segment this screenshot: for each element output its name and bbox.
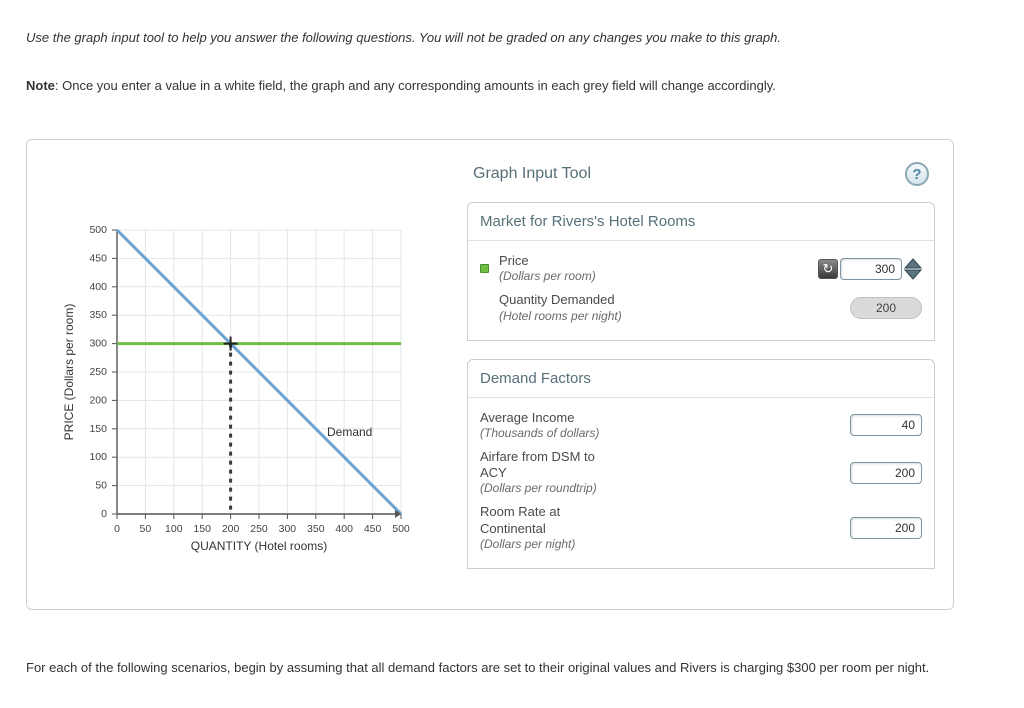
quantity-row: Quantity Demanded (Hotel rooms per night… bbox=[480, 288, 922, 327]
svg-text:100: 100 bbox=[89, 451, 107, 463]
price-label: Price bbox=[499, 253, 623, 269]
help-icon: ? bbox=[912, 166, 921, 183]
rate-input[interactable] bbox=[850, 517, 922, 539]
price-step-down-button[interactable] bbox=[904, 269, 922, 280]
chevron-up-icon bbox=[904, 258, 922, 269]
svg-text:100: 100 bbox=[165, 523, 183, 535]
market-panel-title: Market for Rivers's Hotel Rooms bbox=[468, 203, 934, 241]
svg-text:150: 150 bbox=[193, 523, 211, 535]
price-legend-icon bbox=[480, 264, 489, 273]
closing-text: For each of the following scenarios, beg… bbox=[26, 656, 998, 681]
price-step-up-button[interactable] bbox=[904, 258, 922, 269]
tool-title: Graph Input Tool bbox=[473, 165, 591, 183]
svg-text:150: 150 bbox=[89, 423, 107, 435]
demand-series-label: Demand bbox=[327, 425, 372, 439]
income-label: Average Income bbox=[480, 410, 618, 426]
svg-text:450: 450 bbox=[89, 252, 107, 264]
demand-chart[interactable]: Demand 0 50 100 150 200 250 300 350 400 … bbox=[45, 216, 445, 576]
airfare-row: Airfare from DSM to ACY (Dollars per rou… bbox=[480, 445, 922, 501]
chart-column: Demand 0 50 100 150 200 250 300 350 400 … bbox=[45, 158, 445, 576]
svg-text:250: 250 bbox=[89, 366, 107, 378]
market-panel: Market for Rivers's Hotel Rooms Price (D… bbox=[467, 202, 935, 341]
y-axis-label: PRICE (Dollars per room) bbox=[62, 304, 76, 441]
svg-text:450: 450 bbox=[364, 523, 382, 535]
svg-text:400: 400 bbox=[335, 523, 353, 535]
help-button[interactable]: ? bbox=[905, 162, 929, 186]
quantity-sublabel: (Hotel rooms per night) bbox=[499, 309, 623, 324]
note-line: Note: Once you enter a value in a white … bbox=[26, 76, 998, 96]
rate-row: Room Rate at Continental (Dollars per ni… bbox=[480, 500, 922, 556]
svg-text:200: 200 bbox=[89, 394, 107, 406]
rate-sublabel: (Dollars per night) bbox=[480, 537, 618, 552]
chevron-down-icon bbox=[904, 269, 922, 280]
svg-text:250: 250 bbox=[250, 523, 268, 535]
rate-label: Room Rate at Continental bbox=[480, 504, 618, 537]
airfare-input[interactable] bbox=[850, 462, 922, 484]
svg-text:400: 400 bbox=[89, 281, 107, 293]
svg-text:300: 300 bbox=[89, 338, 107, 350]
x-axis-label: QUANTITY (Hotel rooms) bbox=[191, 539, 327, 553]
airfare-sublabel: (Dollars per roundtrip) bbox=[480, 481, 618, 496]
income-input[interactable] bbox=[850, 414, 922, 436]
svg-text:500: 500 bbox=[392, 523, 410, 535]
price-row: Price (Dollars per room) ↻ bbox=[480, 249, 922, 288]
graph-input-tool-panel: Demand 0 50 100 150 200 250 300 350 400 … bbox=[26, 139, 954, 610]
note-label: Note bbox=[26, 78, 55, 93]
svg-text:300: 300 bbox=[279, 523, 297, 535]
quantity-label: Quantity Demanded bbox=[499, 292, 623, 308]
price-sublabel: (Dollars per room) bbox=[499, 269, 623, 284]
income-row: Average Income (Thousands of dollars) bbox=[480, 406, 922, 445]
reset-icon: ↻ bbox=[823, 261, 834, 277]
controls-column: Graph Input Tool ? Market for Rivers's H… bbox=[467, 158, 935, 587]
svg-text:200: 200 bbox=[222, 523, 240, 535]
income-sublabel: (Thousands of dollars) bbox=[480, 426, 618, 441]
price-input[interactable] bbox=[840, 258, 902, 280]
svg-text:500: 500 bbox=[89, 224, 107, 236]
note-text: : Once you enter a value in a white fiel… bbox=[55, 78, 776, 93]
airfare-label: Airfare from DSM to ACY bbox=[480, 449, 618, 482]
svg-text:0: 0 bbox=[114, 523, 120, 535]
svg-text:50: 50 bbox=[95, 480, 107, 492]
svg-text:350: 350 bbox=[89, 309, 107, 321]
demand-factors-panel: Demand Factors Average Income (Thousands… bbox=[467, 359, 935, 569]
svg-text:50: 50 bbox=[140, 523, 152, 535]
reset-price-button[interactable]: ↻ bbox=[818, 259, 838, 279]
intro-text: Use the graph input tool to help you ans… bbox=[26, 28, 998, 48]
svg-text:350: 350 bbox=[307, 523, 325, 535]
svg-text:0: 0 bbox=[101, 508, 107, 520]
quantity-readonly: 200 bbox=[850, 297, 922, 319]
demand-factors-title: Demand Factors bbox=[468, 360, 934, 398]
